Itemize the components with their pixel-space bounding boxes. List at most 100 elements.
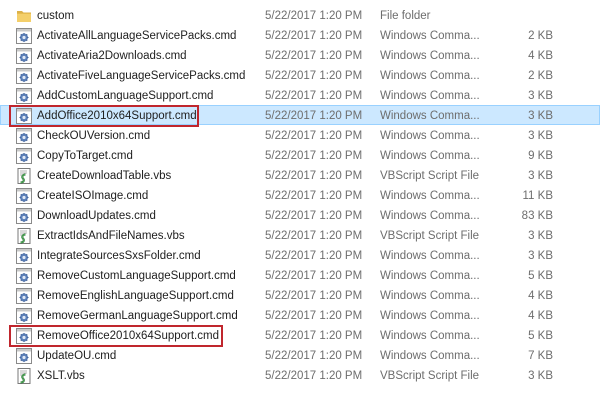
file-date-modified: 5/22/2017 1:20 PM [265,50,363,62]
file-type: VBScript Script File [380,170,480,182]
file-type: Windows Comma... [380,30,480,42]
file-date-modified: 5/22/2017 1:20 PM [265,270,363,282]
file-type: Windows Comma... [380,110,480,122]
file-type: Windows Comma... [380,270,480,282]
file-name: DownloadUpdates.cmd [37,210,156,222]
file-date-modified: 5/22/2017 1:20 PM [265,190,363,202]
file-name: AddOffice2010x64Support.cmd [37,110,197,122]
file-type: Windows Comma... [380,330,480,342]
file-row-integratesourcessxsfolder-cmd[interactable]: IntegrateSourcesSxsFolder.cmd 5/22/2017 1… [0,245,600,265]
cmd-file-icon [16,88,32,104]
file-date-modified: 5/22/2017 1:20 PM [265,70,363,82]
cmd-file-icon [16,268,32,284]
file-type: VBScript Script File [380,230,480,242]
file-name: ActivateFiveLanguageServicePacks.cmd [37,70,246,82]
file-name: ActivateAllLanguageServicePacks.cmd [37,30,237,42]
cmd-file-icon [16,248,32,264]
file-row-createisoimage-cmd[interactable]: CreateISOImage.cmd 5/22/2017 1:20 PM Windo… [0,185,600,205]
file-type: Windows Comma... [380,350,480,362]
file-row-xslt-vbs[interactable]: XSLT.vbs 5/22/2017 1:20 PM VBScript Script… [0,365,600,385]
file-name: ActivateAria2Downloads.cmd [37,50,187,62]
file-size: 83 KB [521,210,553,222]
file-size: 2 KB [528,70,553,82]
file-date-modified: 5/22/2017 1:20 PM [265,130,363,142]
file-type: Windows Comma... [380,50,480,62]
file-name: XSLT.vbs [37,370,85,382]
file-list: custom 5/22/2017 1:20 PM File folder Activa… [0,5,600,385]
file-row-activatearia2downloads-cmd[interactable]: ActivateAria2Downloads.cmd 5/22/2017 1:20… [0,45,600,65]
file-type: Windows Comma... [380,310,480,322]
file-name: UpdateOU.cmd [37,350,117,362]
file-size: 9 KB [528,150,553,162]
file-type: Windows Comma... [380,250,480,262]
file-date-modified: 5/22/2017 1:20 PM [265,10,363,22]
file-name: custom [37,10,75,22]
file-row-extractidsandfilenames-vbs[interactable]: ExtractIdsAndFileNames.vbs 5/22/2017 1:20… [0,225,600,245]
file-row-removecustomlanguagesupport-cmd[interactable]: RemoveCustomLanguageSupport.cmd 5/22/2017… [0,265,600,285]
file-row-activatefivelanguageservicepacks-cmd[interactable]: ActivateFiveLanguageServicePacks.cmd 5/22… [0,65,600,85]
file-row-addcustomlanguagesupport-cmd[interactable]: AddCustomLanguageSupport.cmd 5/22/2017 1:… [0,85,600,105]
file-size: 11 KB [522,190,553,202]
cmd-file-icon [16,148,32,164]
file-date-modified: 5/22/2017 1:20 PM [265,330,363,342]
file-type: File folder [380,10,431,22]
file-row-createdownloadtable-vbs[interactable]: CreateDownloadTable.vbs 5/22/2017 1:20 PM… [0,165,600,185]
file-date-modified: 5/22/2017 1:20 PM [265,210,363,222]
file-type: Windows Comma... [380,70,480,82]
file-name: RemoveEnglishLanguageSupport.cmd [37,290,234,302]
vbs-file-icon [16,168,32,184]
file-size: 3 KB [528,230,553,242]
file-date-modified: 5/22/2017 1:20 PM [265,110,363,122]
file-size: 3 KB [528,90,553,102]
file-name: CopyToTarget.cmd [37,150,133,162]
file-name: RemoveCustomLanguageSupport.cmd [37,270,236,282]
file-size: 2 KB [528,30,553,42]
file-type: Windows Comma... [380,90,480,102]
cmd-file-icon [16,28,32,44]
file-row-removegermanlanguagesupport-cmd[interactable]: RemoveGermanLanguageSupport.cmd 5/22/2017… [0,305,600,325]
cmd-file-icon [16,188,32,204]
file-date-modified: 5/22/2017 1:20 PM [265,250,363,262]
file-type: Windows Comma... [380,150,480,162]
file-type: VBScript Script File [380,370,480,382]
file-date-modified: 5/22/2017 1:20 PM [265,290,363,302]
cmd-file-icon [16,208,32,224]
cmd-file-icon [16,308,32,324]
file-date-modified: 5/22/2017 1:20 PM [265,30,363,42]
cmd-file-icon [16,128,32,144]
vbs-file-icon [16,228,32,244]
file-date-modified: 5/22/2017 1:20 PM [265,170,363,182]
file-size: 3 KB [528,130,553,142]
cmd-file-icon [16,108,32,124]
file-name: RemoveGermanLanguageSupport.cmd [37,310,238,322]
cmd-file-icon [16,288,32,304]
file-type: Windows Comma... [380,130,480,142]
file-row-addoffice2010x64support-cmd[interactable]: AddOffice2010x64Support.cmd 5/22/2017 1:2… [0,105,600,125]
file-name: CheckOUVersion.cmd [37,130,151,142]
file-row-activatealllanguageservicepacks-cmd[interactable]: ActivateAllLanguageServicePacks.cmd 5/22/… [0,25,600,45]
file-row-custom[interactable]: custom 5/22/2017 1:20 PM File folder [0,5,600,25]
file-row-updateou-cmd[interactable]: UpdateOU.cmd 5/22/2017 1:20 PM Windows Com… [0,345,600,365]
file-size: 5 KB [528,270,553,282]
file-row-downloadupdates-cmd[interactable]: DownloadUpdates.cmd 5/22/2017 1:20 PM Wind… [0,205,600,225]
file-size: 4 KB [528,50,553,62]
file-name: RemoveOffice2010x64Support.cmd [37,330,219,342]
file-date-modified: 5/22/2017 1:20 PM [265,230,363,242]
file-date-modified: 5/22/2017 1:20 PM [265,370,363,382]
file-row-copytotarget-cmd[interactable]: CopyToTarget.cmd 5/22/2017 1:20 PM Windows… [0,145,600,165]
file-type: Windows Comma... [380,290,480,302]
file-date-modified: 5/22/2017 1:20 PM [265,350,363,362]
file-size: 3 KB [528,170,553,182]
file-size: 4 KB [528,310,553,322]
file-type: Windows Comma... [380,210,480,222]
file-row-checkouversion-cmd[interactable]: CheckOUVersion.cmd 5/22/2017 1:20 PM Windo… [0,125,600,145]
file-size: 3 KB [528,110,553,122]
cmd-file-icon [16,348,32,364]
file-row-removeenglishlanguagesupport-cmd[interactable]: RemoveEnglishLanguageSupport.cmd 5/22/201… [0,285,600,305]
file-name: ExtractIdsAndFileNames.vbs [37,230,185,242]
file-row-removeoffice2010x64support-cmd[interactable]: RemoveOffice2010x64Support.cmd 5/22/2017 … [0,325,600,345]
folder-icon [16,8,32,24]
file-size: 5 KB [528,330,553,342]
file-date-modified: 5/22/2017 1:20 PM [265,90,363,102]
file-date-modified: 5/22/2017 1:20 PM [265,150,363,162]
